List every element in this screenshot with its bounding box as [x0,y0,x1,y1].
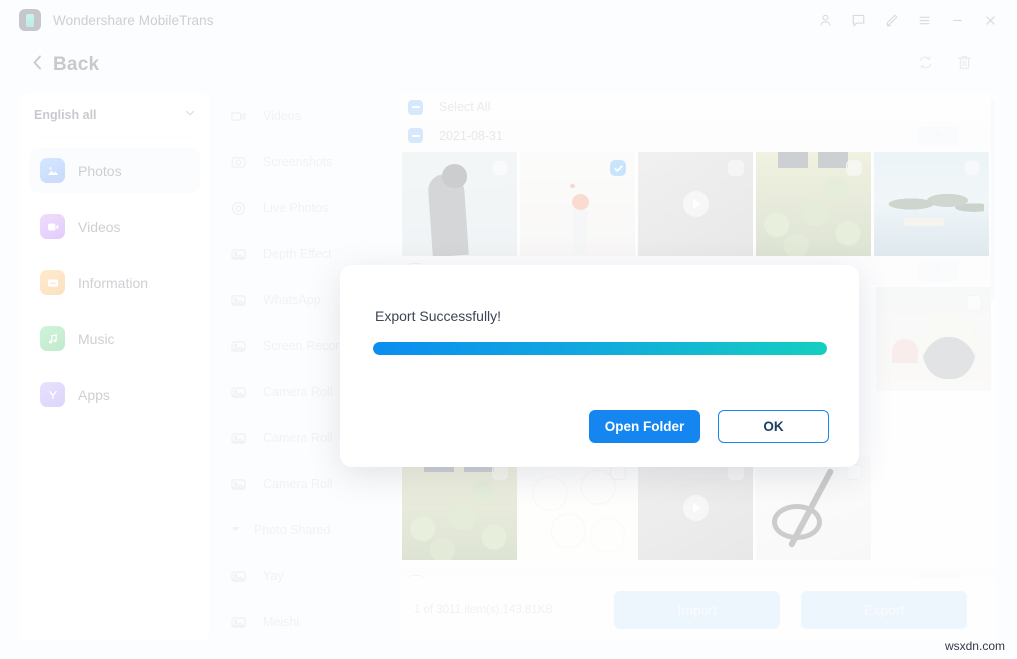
application-window: Wondershare MobileTrans [0,0,1017,659]
progress-bar-fill [373,342,827,355]
watermark: wsxdn.com [945,639,1005,653]
dialog-message: Export Successfully! [375,308,501,324]
ok-button[interactable]: OK [718,410,829,443]
open-folder-button[interactable]: Open Folder [589,410,700,443]
progress-bar [373,342,827,355]
dialog-actions: Open Folder OK [589,410,829,443]
export-success-dialog: Export Successfully! Open Folder OK [340,265,859,467]
